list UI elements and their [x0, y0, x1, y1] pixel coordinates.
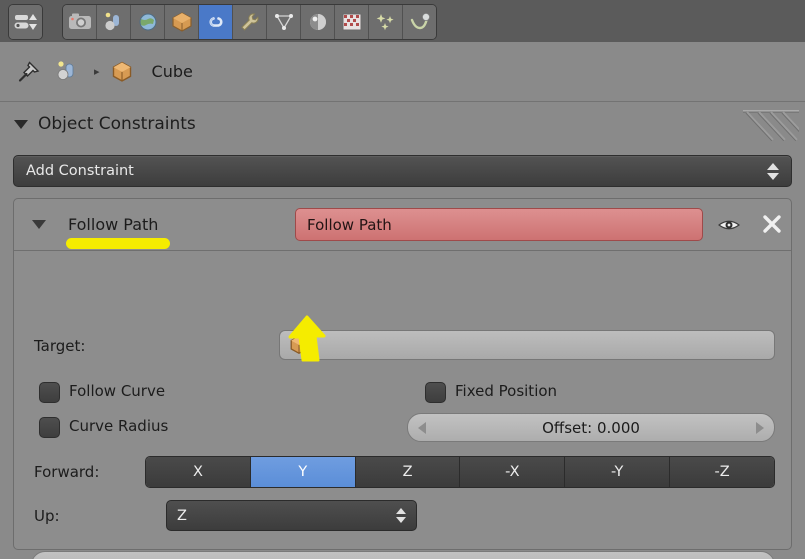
updown-arrows-icon — [396, 508, 406, 523]
offset-value-label: Offset: 0.000 — [542, 418, 640, 437]
constraint-expand-toggle[interactable] — [24, 220, 54, 229]
forward-option-z[interactable]: Z — [355, 457, 461, 487]
forward-label: Forward: — [34, 463, 100, 481]
eye-icon[interactable] — [716, 213, 742, 237]
tab-render[interactable] — [63, 5, 97, 39]
tab-world[interactable] — [131, 5, 165, 39]
triangle-right-icon — [756, 421, 764, 434]
add-constraint-dropdown[interactable]: Add Constraint — [13, 155, 792, 187]
add-constraint-label: Add Constraint — [26, 163, 134, 179]
tab-group-main — [62, 4, 437, 40]
tab-object[interactable] — [165, 5, 199, 39]
resize-grip-icon[interactable] — [741, 105, 799, 143]
properties-tab-bar — [0, 0, 805, 43]
curve-radius-label: Curve Radius — [69, 417, 169, 435]
constraint-name-value: Follow Path — [307, 215, 392, 234]
triangle-down-icon — [32, 220, 46, 229]
cube-icon[interactable] — [110, 60, 134, 84]
follow-curve-label: Follow Curve — [69, 382, 166, 400]
triangle-left-icon — [418, 421, 426, 434]
scene-icon[interactable] — [54, 60, 80, 84]
tab-particles[interactable] — [369, 5, 403, 39]
target-object-field[interactable] — [279, 330, 775, 360]
up-axis-dropdown[interactable]: Z — [166, 500, 417, 531]
forward-option-neg-z[interactable]: -Z — [670, 457, 774, 487]
forward-axis-segmented: X Y Z -X -Y -Z — [145, 456, 775, 488]
object-constraints-panel-header[interactable]: Object Constraints — [0, 103, 805, 145]
forward-option-neg-x[interactable]: -X — [460, 457, 566, 487]
target-label: Target: — [34, 337, 86, 355]
close-x-icon[interactable] — [759, 211, 785, 237]
tab-object-constraints[interactable] — [199, 5, 233, 39]
breadcrumb: ▸ Cube — [0, 42, 805, 102]
up-label: Up: — [34, 507, 60, 525]
updown-arrows-icon — [767, 162, 779, 180]
influence-slider[interactable]: Influence: 1.000 — [31, 551, 775, 559]
highlight-underline-annotation — [66, 238, 170, 249]
tab-render-layers[interactable] — [9, 5, 42, 39]
up-axis-value: Z — [177, 507, 187, 524]
page-title: Object Constraints — [38, 114, 196, 134]
tab-texture[interactable] — [335, 5, 369, 39]
tab-scene[interactable] — [97, 5, 131, 39]
triangle-down-icon — [14, 119, 28, 129]
pin-icon[interactable] — [16, 59, 42, 85]
forward-option-y[interactable]: Y — [250, 457, 356, 487]
curve-radius-checkbox[interactable] — [39, 417, 60, 438]
fixed-position-label: Fixed Position — [455, 382, 558, 400]
breadcrumb-object-name[interactable]: Cube — [152, 62, 193, 81]
tab-group-left — [8, 4, 43, 40]
breadcrumb-separator: ▸ — [94, 65, 100, 78]
tab-material[interactable] — [301, 5, 335, 39]
tab-object-data[interactable] — [267, 5, 301, 39]
pointer-arrow-annotation — [283, 313, 335, 365]
tab-physics[interactable] — [403, 5, 436, 39]
constraint-panel-follow-path: Follow Path Follow Path Target: Follow C… — [13, 198, 792, 559]
constraint-type-label: Follow Path — [68, 215, 159, 234]
properties-editor: ▸ Cube Object Constraints Add Constraint — [0, 0, 805, 559]
forward-option-x[interactable]: X — [146, 457, 251, 487]
tab-modifiers[interactable] — [233, 5, 267, 39]
constraint-name-input[interactable]: Follow Path — [295, 208, 703, 241]
forward-option-neg-y[interactable]: -Y — [565, 457, 671, 487]
offset-slider[interactable]: Offset: 0.000 — [407, 413, 775, 442]
follow-curve-checkbox[interactable] — [39, 382, 60, 403]
fixed-position-checkbox[interactable] — [425, 382, 446, 403]
